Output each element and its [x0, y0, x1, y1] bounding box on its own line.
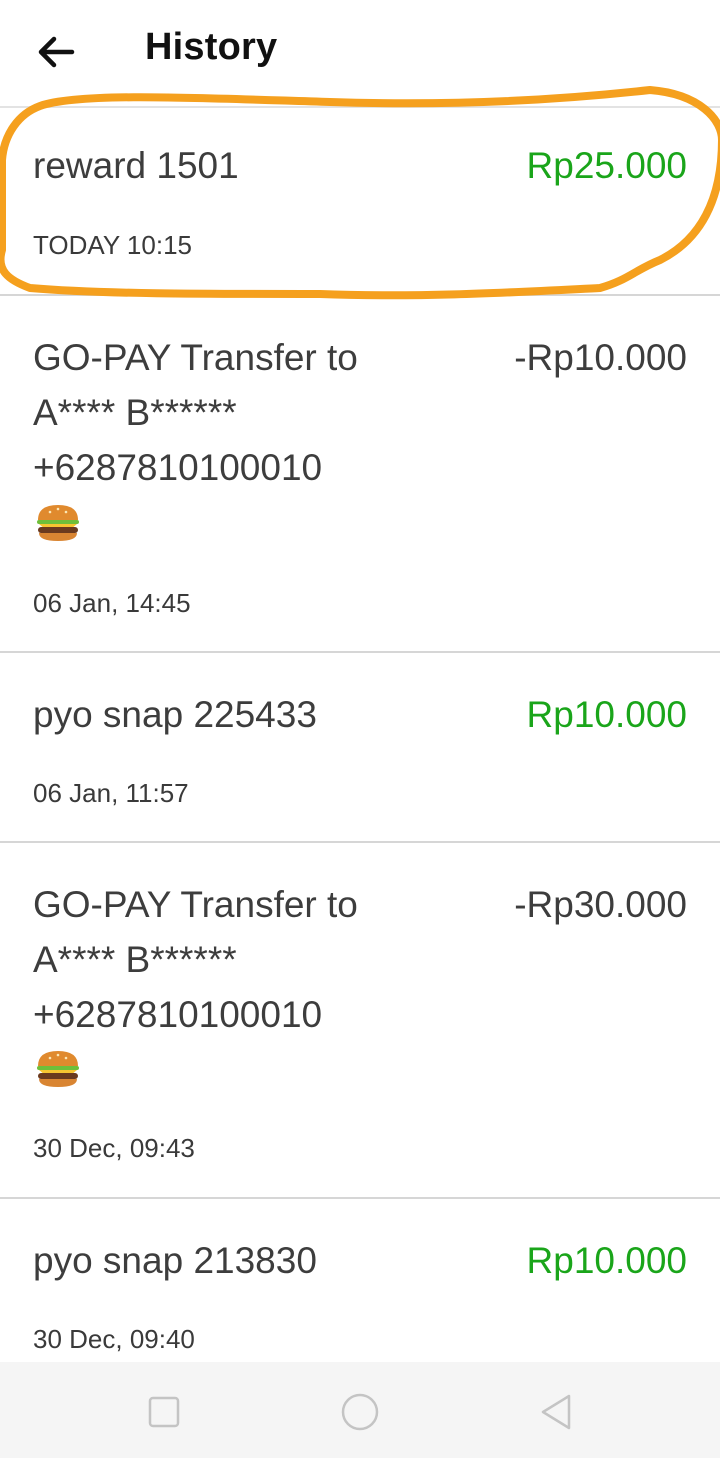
transaction-description: reward 1501	[33, 145, 239, 186]
transaction-description: GO-PAY Transfer to A**** B****** +628781…	[33, 884, 358, 1035]
transaction-row[interactable]: reward 1501 Rp25.000 TODAY 10:15	[0, 108, 720, 296]
transaction-amount: -Rp30.000	[514, 884, 687, 925]
app-header: History	[0, 0, 720, 106]
back-button[interactable]	[28, 24, 84, 80]
page-title: History	[145, 26, 278, 68]
burger-icon	[37, 505, 79, 541]
transaction-row[interactable]: GO-PAY Transfer to A**** B****** +628781…	[0, 296, 720, 653]
history-screen: History reward 1501 Rp25.000 TODAY 10:15…	[0, 0, 720, 1458]
back-triangle-icon	[541, 1394, 571, 1430]
transaction-description: GO-PAY Transfer to A**** B****** +628781…	[33, 337, 358, 488]
transaction-row[interactable]: pyo snap 213830 Rp10.000 30 Dec, 09:40	[0, 1199, 720, 1362]
transaction-amount: Rp10.000	[526, 694, 687, 735]
transaction-row[interactable]: pyo snap 225433 Rp10.000 06 Jan, 11:57	[0, 653, 720, 843]
transaction-time: 30 Dec, 09:40	[33, 1324, 195, 1354]
transaction-time: 30 Dec, 09:43	[33, 1133, 195, 1163]
transaction-description: pyo snap 213830	[33, 1240, 317, 1281]
arrow-left-icon	[38, 36, 75, 68]
recents-icon	[148, 1396, 180, 1428]
recents-button[interactable]	[142, 1390, 186, 1434]
transaction-amount: Rp10.000	[526, 1240, 687, 1281]
transaction-description: pyo snap 225433	[33, 694, 317, 735]
back-nav-button[interactable]	[534, 1390, 578, 1434]
burger-icon	[37, 1051, 79, 1087]
transaction-time: 06 Jan, 14:45	[33, 588, 191, 618]
home-icon	[341, 1393, 379, 1431]
transaction-amount: Rp25.000	[526, 145, 687, 186]
transaction-amount: -Rp10.000	[514, 337, 687, 378]
system-nav-bar	[0, 1362, 720, 1458]
transaction-row[interactable]: GO-PAY Transfer to A**** B****** +628781…	[0, 843, 720, 1199]
transaction-time: TODAY 10:15	[33, 230, 192, 260]
transaction-time: 06 Jan, 11:57	[33, 778, 189, 808]
home-button[interactable]	[338, 1390, 382, 1434]
